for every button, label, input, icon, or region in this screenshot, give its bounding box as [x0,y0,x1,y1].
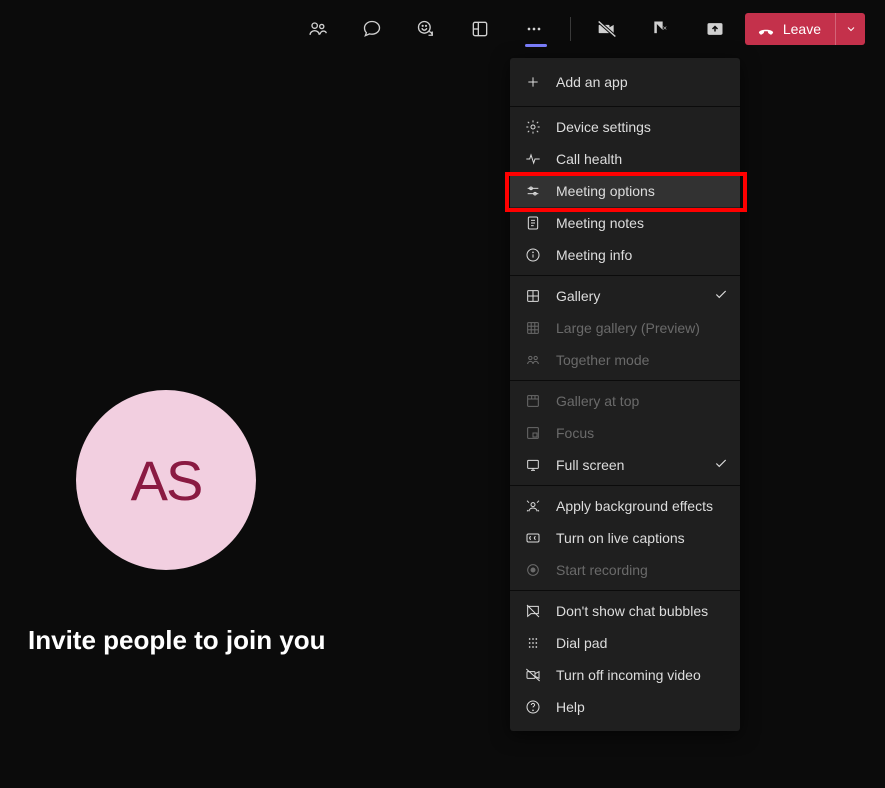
captions-icon [524,529,542,547]
pulse-icon [524,150,542,168]
menu-full-screen[interactable]: Full screen [510,449,740,481]
menu-label: Start recording [556,562,648,578]
gallery-top-icon [524,392,542,410]
record-icon [524,561,542,579]
avatar-initials: AS [131,448,202,513]
menu-gallery-top: Gallery at top [510,385,740,417]
toolbar-divider [570,17,571,41]
menu-label: Focus [556,425,594,441]
check-icon [714,457,728,474]
gear-icon [524,118,542,136]
info-icon [524,246,542,264]
menu-large-gallery: Large gallery (Preview) [510,312,740,344]
background-icon [524,497,542,515]
menu-dial-pad[interactable]: Dial pad [510,627,740,659]
focus-icon [524,424,542,442]
invite-prompt: Invite people to join you [28,625,326,656]
menu-label: Add an app [556,74,628,90]
chevron-down-icon [845,23,857,35]
menu-help[interactable]: Help [510,691,740,723]
menu-label: Help [556,699,585,715]
together-icon [524,351,542,369]
leave-options-caret[interactable] [835,13,865,45]
menu-label: Large gallery (Preview) [556,320,700,336]
menu-chat-bubbles[interactable]: Don't show chat bubbles [510,595,740,627]
notes-icon [524,214,542,232]
menu-meeting-notes[interactable]: Meeting notes [510,207,740,239]
menu-device-settings[interactable]: Device settings [510,111,740,143]
menu-label: Call health [556,151,622,167]
hangup-icon [757,20,775,38]
menu-label: Full screen [556,457,624,473]
menu-label: Turn on live captions [556,530,685,546]
menu-label: Apply background effects [556,498,713,514]
plus-icon [524,73,542,91]
fullscreen-icon [524,456,542,474]
leave-label: Leave [783,21,821,37]
menu-label: Device settings [556,119,651,135]
leave-button-main[interactable]: Leave [745,13,835,45]
menu-label: Meeting options [556,183,655,199]
menu-live-captions[interactable]: Turn on live captions [510,522,740,554]
menu-label: Dial pad [556,635,607,651]
menu-meeting-info[interactable]: Meeting info [510,239,740,271]
video-off-icon [524,666,542,684]
check-icon [714,288,728,305]
participant-avatar: AS [76,390,256,570]
people-icon[interactable] [294,0,342,58]
chat-off-icon [524,602,542,620]
menu-focus: Focus [510,417,740,449]
leave-button[interactable]: Leave [745,13,865,45]
camera-off-icon[interactable] [583,0,631,58]
more-active-indicator [525,44,547,47]
menu-background-effects[interactable]: Apply background effects [510,490,740,522]
more-actions-menu: Add an app Device settings Call health M… [510,58,740,731]
dialpad-icon [524,634,542,652]
meeting-toolbar: × Leave [0,0,885,58]
menu-gallery[interactable]: Gallery [510,280,740,312]
menu-label: Meeting notes [556,215,644,231]
menu-start-recording: Start recording [510,554,740,586]
grid-2x2-icon [524,287,542,305]
help-icon [524,698,542,716]
more-actions-icon[interactable] [510,0,558,58]
menu-label: Gallery [556,288,600,304]
menu-incoming-video-off[interactable]: Turn off incoming video [510,659,740,691]
menu-label: Don't show chat bubbles [556,603,708,619]
reactions-icon[interactable] [402,0,450,58]
grid-3x3-icon [524,319,542,337]
mic-muted-icon[interactable]: × [637,0,685,58]
share-screen-icon[interactable] [691,0,739,58]
menu-add-app[interactable]: Add an app [510,62,740,102]
menu-label: Meeting info [556,247,632,263]
sliders-icon [524,182,542,200]
svg-text:×: × [663,24,667,33]
menu-meeting-options[interactable]: Meeting options [510,175,740,207]
menu-call-health[interactable]: Call health [510,143,740,175]
menu-label: Turn off incoming video [556,667,701,683]
menu-label: Together mode [556,352,649,368]
menu-label: Gallery at top [556,393,639,409]
menu-together-mode: Together mode [510,344,740,376]
rooms-icon[interactable] [456,0,504,58]
chat-icon[interactable] [348,0,396,58]
